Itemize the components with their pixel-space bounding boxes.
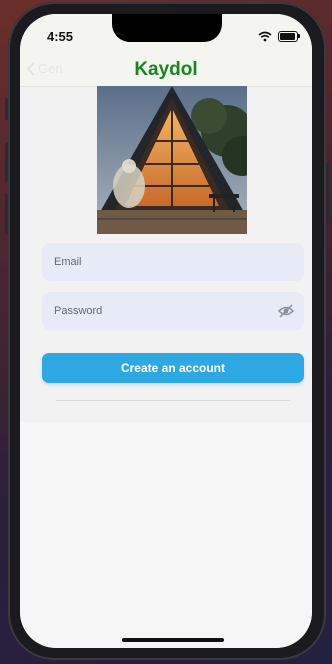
mute-switch	[5, 98, 8, 120]
notch	[112, 14, 222, 42]
page-title: Kaydol	[134, 59, 198, 80]
divider	[56, 400, 290, 401]
power-button	[326, 162, 329, 222]
password-field[interactable]	[42, 292, 304, 330]
email-field[interactable]	[42, 243, 304, 281]
battery-icon	[278, 30, 300, 42]
screen: 4:55 Gen Kaydol Email Create an account	[20, 14, 312, 648]
status-time: 4:55	[47, 29, 74, 44]
volume-up-button	[5, 142, 8, 182]
status-bar: 4:55	[20, 14, 312, 54]
wifi-icon	[258, 31, 272, 41]
navigation-bar: Gen Kaydol	[20, 54, 312, 87]
content-background	[20, 422, 312, 648]
status-icons	[258, 30, 300, 42]
cabin-image	[97, 86, 247, 234]
home-indicator	[122, 638, 224, 642]
volume-down-button	[5, 194, 8, 234]
eye-off-icon[interactable]	[278, 304, 294, 318]
cabin-illustration	[97, 86, 247, 234]
create-account-button[interactable]: Create an account	[42, 353, 304, 383]
